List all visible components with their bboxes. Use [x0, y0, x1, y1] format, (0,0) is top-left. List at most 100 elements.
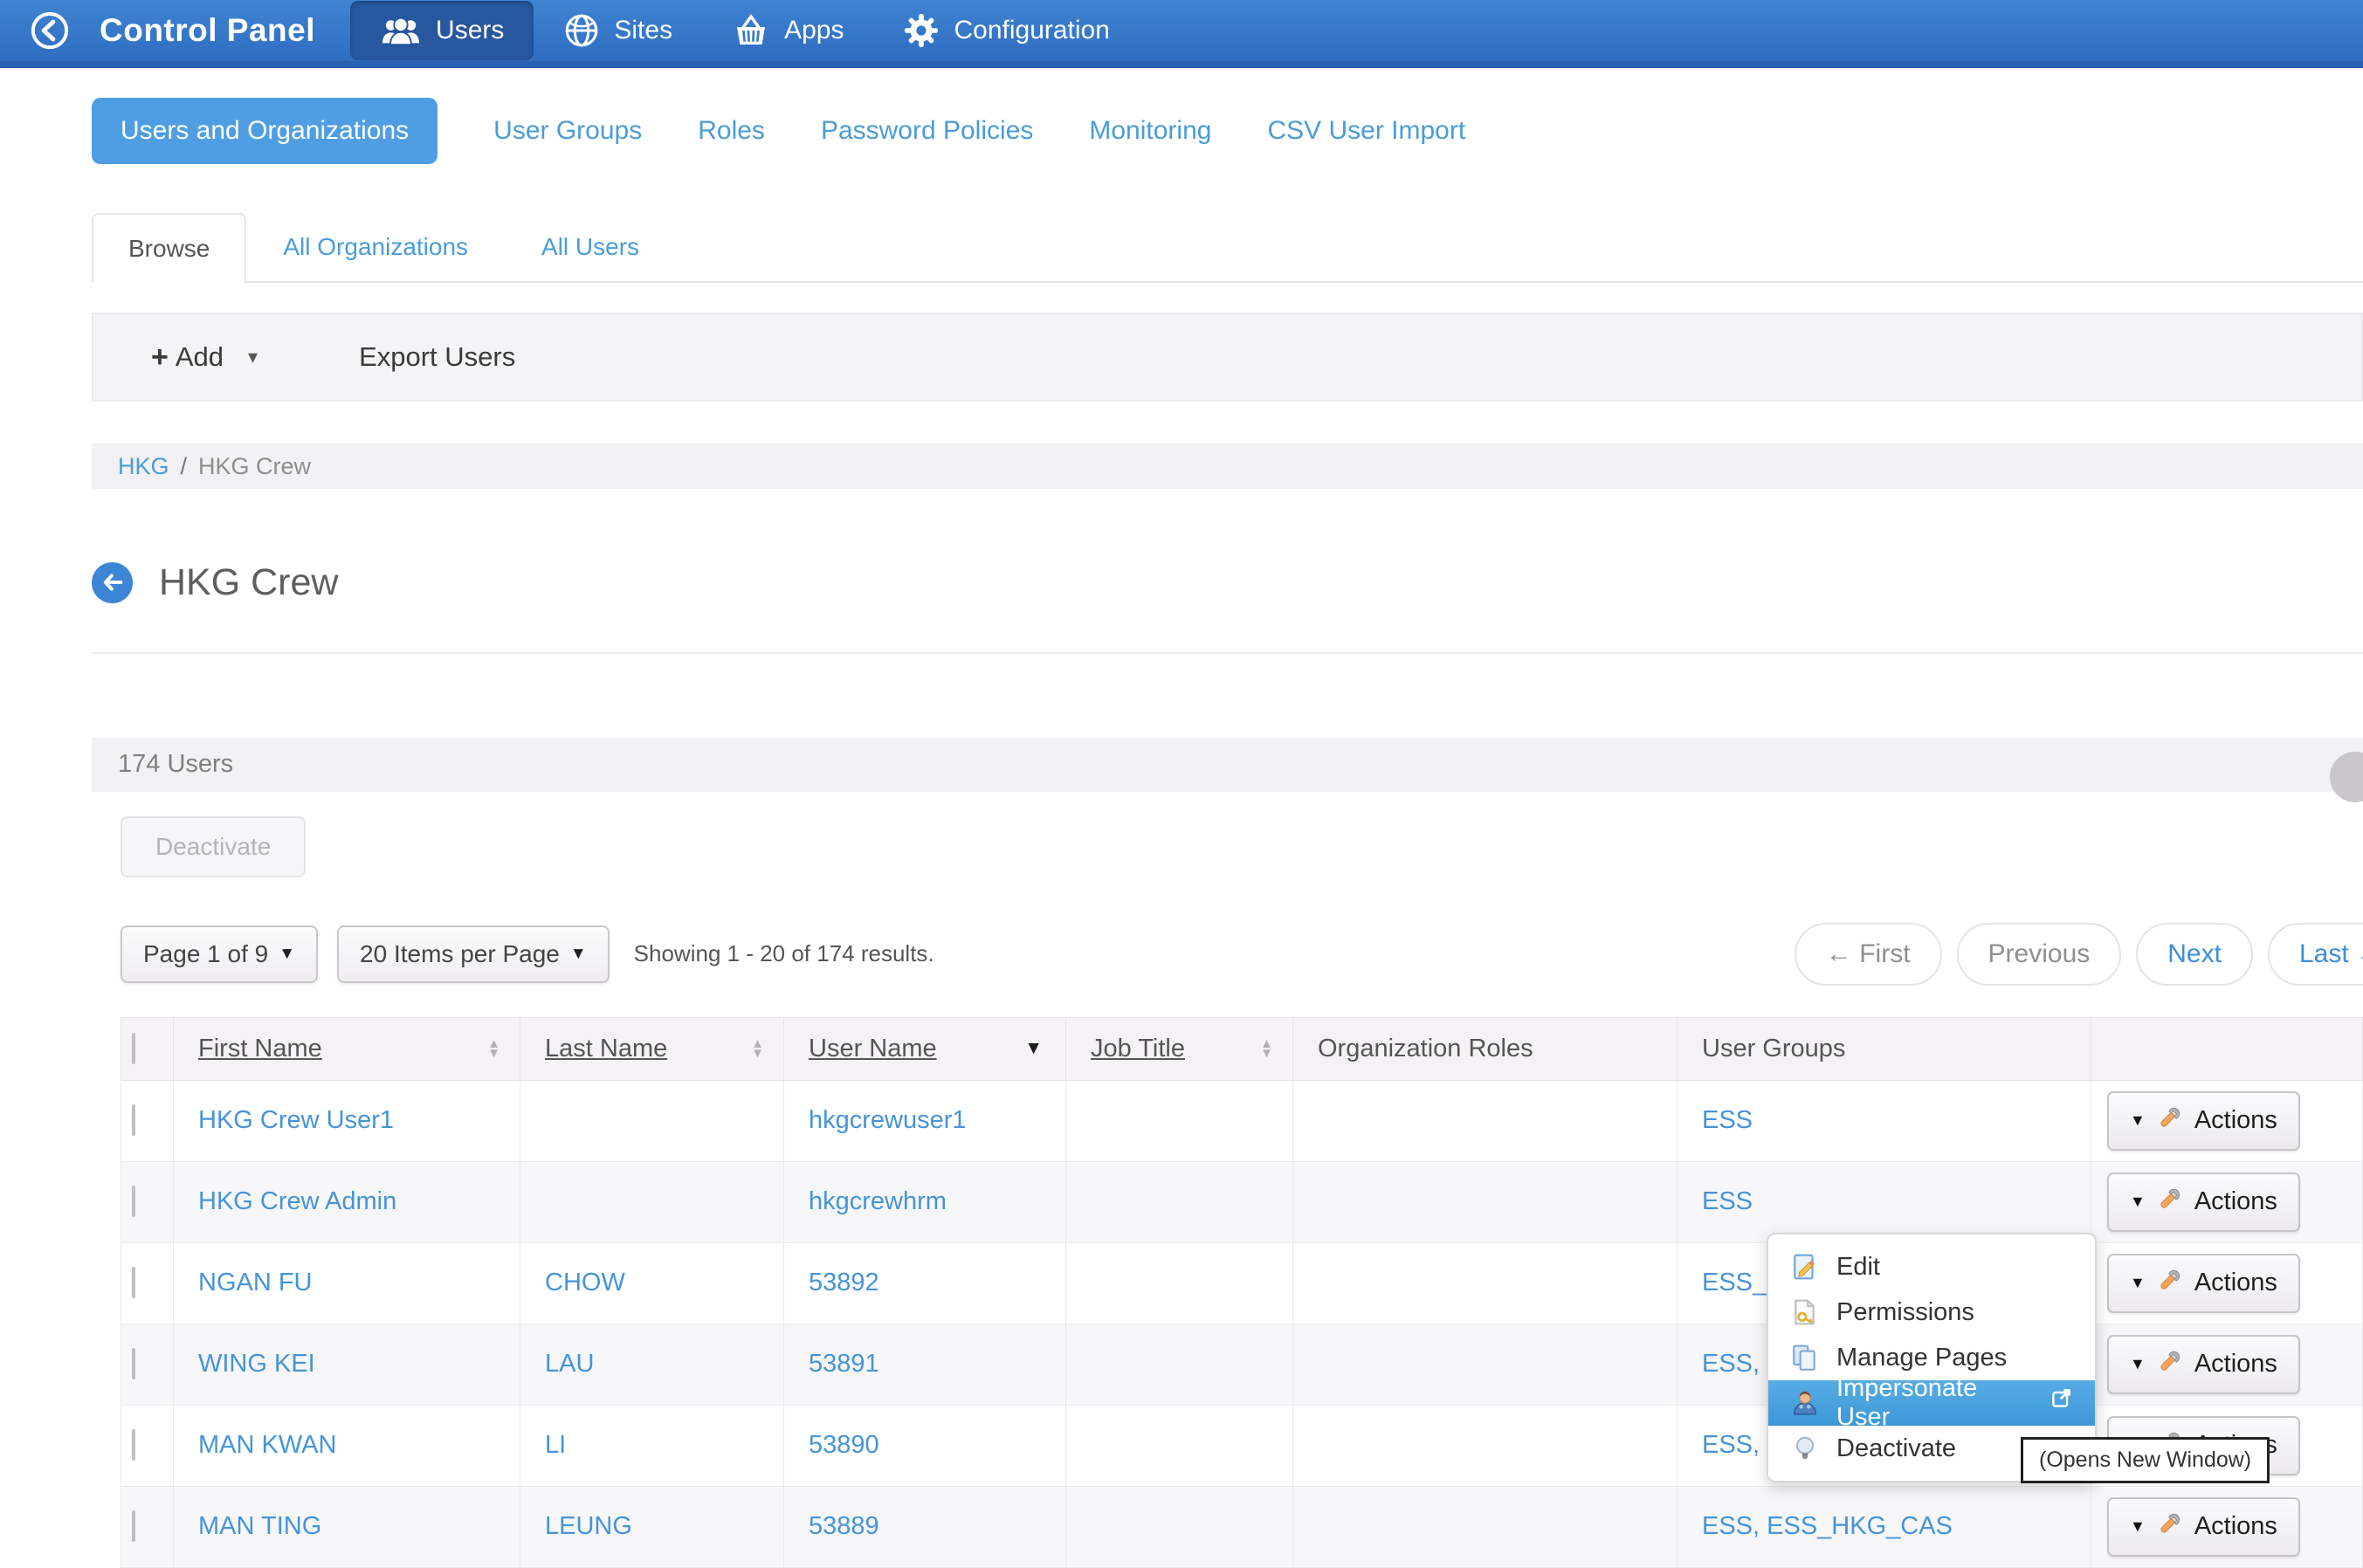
- edit-icon: [1791, 1253, 1819, 1281]
- actions-button-label: Actions: [2194, 1512, 2277, 1541]
- gear-icon: [903, 12, 940, 49]
- table-row: MAN TING LEUNG 53889 ESS, ESS_HKG_CAS ▼ …: [121, 1486, 2363, 1567]
- app-title: Control Panel: [100, 12, 315, 49]
- table-row: HKG Crew Admin hkgcrewhrm ESS ▼ Actions: [121, 1161, 2363, 1242]
- topbar-tab-sites[interactable]: Sites: [534, 0, 702, 65]
- user-groups-link[interactable]: ESS, ESS_HKG_CAS: [1702, 1512, 1953, 1540]
- last-page-button[interactable]: Last →: [2268, 923, 2363, 986]
- subnav-item-users-and-organizations[interactable]: Users and Organizations: [92, 98, 437, 164]
- last-name-link[interactable]: LI: [545, 1431, 566, 1459]
- pager-buttons: ← First Previous Next Last →: [1795, 923, 2363, 986]
- column-header-user-name[interactable]: User Name: [809, 1035, 937, 1063]
- subnav: Users and Organizations User Groups Role…: [92, 98, 2363, 164]
- column-header-first-name[interactable]: First Name: [198, 1035, 322, 1063]
- user-name-link[interactable]: 53891: [809, 1350, 879, 1378]
- control-panel-page: { "topbar": { "title": "Control Panel", …: [0, 0, 2363, 1514]
- row-checkbox[interactable]: [132, 1267, 135, 1298]
- actions-button[interactable]: ▼ Actions: [2107, 1254, 2300, 1313]
- topbar-tab-label: Apps: [784, 16, 844, 45]
- last-name-link[interactable]: LAU: [545, 1350, 594, 1378]
- users-icon: [380, 15, 422, 46]
- add-button-label: Add: [176, 341, 224, 373]
- subnav-item-csv-user-import[interactable]: CSV User Import: [1267, 116, 1465, 146]
- menu-item-label: Manage Pages: [1836, 1344, 2007, 1372]
- info-circle-button[interactable]: [2330, 752, 2363, 802]
- breadcrumb-item-current: HKG Crew: [198, 453, 311, 480]
- table-row: HKG Crew User1 hkgcrewuser1 ESS ▼ Action…: [121, 1080, 2363, 1161]
- user-groups-link[interactable]: ESS: [1702, 1187, 1753, 1215]
- topbar: Control Panel Users Sites: [0, 0, 2363, 68]
- subnav-item-user-groups[interactable]: User Groups: [493, 116, 642, 146]
- results-header: 174 Users: [92, 738, 2363, 792]
- user-name-link[interactable]: 53889: [809, 1512, 879, 1540]
- manage-pages-icon: [1791, 1344, 1819, 1372]
- page-selector-dropdown[interactable]: Page 1 of 9 ▼: [121, 925, 318, 983]
- previous-page-button[interactable]: Previous: [1957, 923, 2122, 986]
- breadcrumb-item-hkg[interactable]: HKG: [118, 453, 169, 480]
- column-header-organization-roles: Organization Roles: [1318, 1035, 1533, 1063]
- page-selector-label: Page 1 of 9: [143, 940, 268, 968]
- last-name-link[interactable]: LEUNG: [545, 1512, 632, 1540]
- subnav-item-roles[interactable]: Roles: [698, 116, 765, 146]
- actions-button[interactable]: ▼ Actions: [2107, 1173, 2300, 1232]
- first-name-link[interactable]: MAN KWAN: [198, 1431, 336, 1459]
- last-name-link[interactable]: CHOW: [545, 1269, 625, 1296]
- first-page-button[interactable]: ← First: [1795, 923, 1942, 986]
- actions-button-label: Actions: [2194, 1269, 2277, 1297]
- menu-item-label: Deactivate: [1836, 1434, 1956, 1463]
- first-name-link[interactable]: HKG Crew User1: [198, 1106, 394, 1134]
- user-groups-link[interactable]: ESS: [1702, 1106, 1753, 1134]
- user-name-link[interactable]: hkgcrewhrm: [809, 1187, 947, 1215]
- topbar-tab-users[interactable]: Users: [350, 1, 534, 60]
- actions-button[interactable]: ▼ Actions: [2107, 1335, 2300, 1394]
- first-name-link[interactable]: MAN TING: [198, 1512, 321, 1540]
- items-per-page-dropdown[interactable]: 20 Items per Page ▼: [337, 925, 610, 983]
- chevron-down-icon: ▼: [2130, 1517, 2146, 1536]
- actions-button[interactable]: ▼ Actions: [2107, 1497, 2300, 1557]
- tab-browse[interactable]: Browse: [92, 213, 246, 283]
- tab-all-organizations[interactable]: All Organizations: [246, 213, 505, 281]
- menu-item-edit[interactable]: Edit: [1768, 1244, 2095, 1289]
- export-users-button[interactable]: Export Users: [359, 341, 515, 373]
- subnav-item-monitoring[interactable]: Monitoring: [1089, 116, 1211, 146]
- first-name-link[interactable]: HKG Crew Admin: [198, 1187, 396, 1215]
- page-title-row: HKG Crew: [92, 536, 2363, 629]
- first-name-link[interactable]: WING KEI: [198, 1350, 315, 1378]
- row-checkbox[interactable]: [132, 1104, 135, 1136]
- add-button[interactable]: + Add ▾: [151, 340, 258, 375]
- menu-item-permissions[interactable]: Permissions: [1768, 1289, 2095, 1335]
- arrow-left-icon: [100, 570, 125, 595]
- row-checkbox[interactable]: [132, 1186, 135, 1217]
- impersonate-user-icon: [1791, 1389, 1819, 1417]
- topbar-tab-configuration[interactable]: Configuration: [873, 0, 1139, 65]
- actions-button-label: Actions: [2194, 1106, 2277, 1135]
- menu-item-label: Permissions: [1836, 1298, 1974, 1327]
- user-name-link[interactable]: hkgcrewuser1: [809, 1106, 967, 1134]
- select-all-checkbox[interactable]: [132, 1033, 135, 1064]
- topbar-tabs: Users Sites Apps: [350, 0, 1140, 65]
- first-name-link[interactable]: NGAN FU: [198, 1269, 313, 1296]
- back-circle-icon[interactable]: [30, 10, 70, 51]
- next-page-button[interactable]: Next: [2136, 923, 2253, 986]
- actions-button[interactable]: ▼ Actions: [2107, 1091, 2300, 1151]
- column-header-job-title[interactable]: Job Title: [1091, 1035, 1185, 1063]
- row-checkbox[interactable]: [132, 1510, 135, 1542]
- back-button[interactable]: [92, 562, 133, 603]
- column-header-user-groups: User Groups: [1702, 1035, 1845, 1063]
- column-header-last-name[interactable]: Last Name: [545, 1035, 667, 1063]
- topbar-tab-apps[interactable]: Apps: [702, 0, 873, 65]
- actions-button-label: Actions: [2194, 1350, 2277, 1379]
- chevron-down-icon: ▼: [279, 945, 295, 964]
- menu-item-impersonate-user[interactable]: Impersonate User: [1768, 1380, 2095, 1426]
- deactivate-button[interactable]: Deactivate: [121, 816, 306, 877]
- chevron-down-icon: ▾: [248, 346, 258, 368]
- user-name-link[interactable]: 53890: [809, 1431, 879, 1459]
- subnav-item-password-policies[interactable]: Password Policies: [821, 116, 1033, 146]
- row-checkbox[interactable]: [132, 1348, 135, 1379]
- user-name-link[interactable]: 53892: [809, 1269, 879, 1296]
- topbar-tab-label: Users: [436, 16, 504, 45]
- tab-all-users[interactable]: All Users: [505, 213, 676, 281]
- chevron-down-icon: ▼: [570, 945, 587, 964]
- chevron-down-icon: ▼: [2130, 1193, 2146, 1211]
- row-checkbox[interactable]: [132, 1429, 135, 1461]
